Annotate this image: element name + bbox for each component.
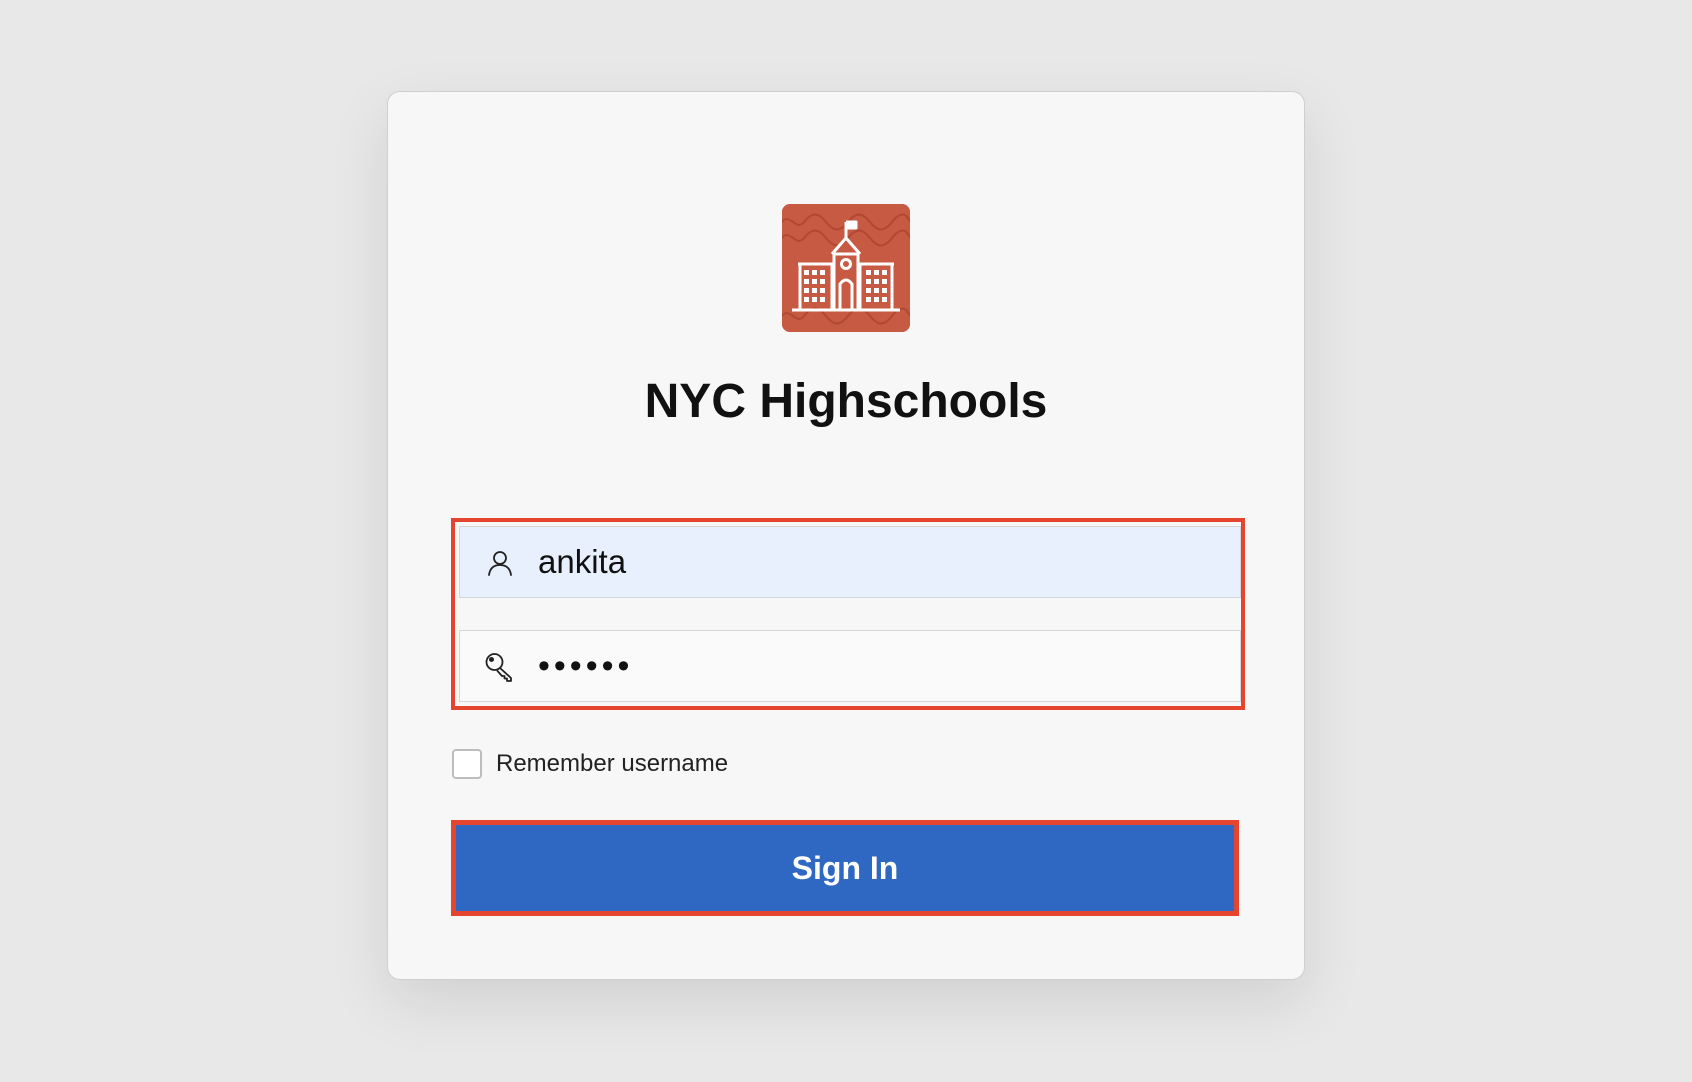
app-title: NYC Highschools bbox=[644, 375, 1048, 428]
app-logo bbox=[782, 204, 910, 332]
credentials-group bbox=[451, 518, 1245, 710]
remember-checkbox[interactable] bbox=[452, 749, 482, 779]
school-building-icon bbox=[782, 204, 910, 332]
remember-label: Remember username bbox=[496, 750, 729, 777]
username-input[interactable] bbox=[538, 527, 1228, 597]
sign-in-button[interactable]: Sign In bbox=[451, 820, 1239, 916]
remember-username[interactable]: Remember username bbox=[452, 748, 728, 780]
username-field[interactable] bbox=[459, 526, 1241, 598]
password-field[interactable] bbox=[459, 630, 1241, 702]
user-icon bbox=[484, 547, 516, 579]
password-input[interactable] bbox=[538, 631, 1228, 701]
key-icon bbox=[484, 651, 516, 683]
